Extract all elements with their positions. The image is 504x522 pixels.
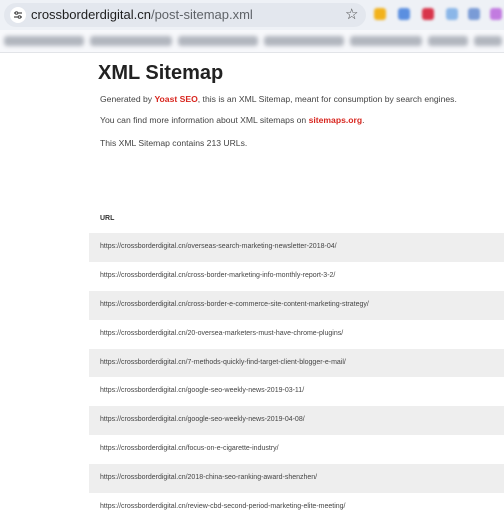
- sitemaps-org-link[interactable]: sitemaps.org: [309, 115, 363, 125]
- table-row: https://crossborderdigital.cn/focus-on-e…: [89, 435, 504, 464]
- bookmark-item[interactable]: [350, 36, 422, 46]
- bookmarks-bar: [0, 30, 504, 53]
- more-info-text: You can find more information about XML …: [100, 115, 365, 126]
- table-row: https://crossborderdigital.cn/20-oversea…: [89, 320, 504, 349]
- extension-icon[interactable]: [422, 8, 434, 20]
- table-row: https://crossborderdigital.cn/cross-bord…: [89, 262, 504, 291]
- url-link[interactable]: https://crossborderdigital.cn/2018-china…: [100, 474, 317, 481]
- extension-icon[interactable]: [398, 8, 410, 20]
- url-host: crossborderdigital.cn: [31, 7, 151, 22]
- url-path: /post-sitemap.xml: [150, 7, 253, 22]
- generated-by-text: Generated by Yoast SEO, this is an XML S…: [100, 94, 457, 105]
- url-link[interactable]: https://crossborderdigital.cn/google-seo…: [100, 416, 305, 423]
- generated-prefix: Generated by: [100, 94, 155, 104]
- table-row: https://crossborderdigital.cn/7-methods-…: [89, 348, 504, 378]
- url-link[interactable]: https://crossborderdigital.cn/cross-bord…: [100, 301, 369, 308]
- bookmark-item[interactable]: [428, 36, 468, 46]
- url-link[interactable]: https://crossborderdigital.cn/overseas-s…: [100, 243, 337, 250]
- url-text[interactable]: crossborderdigital.cn/post-sitemap.xml: [31, 7, 253, 23]
- extension-icon[interactable]: [446, 8, 458, 20]
- table-row: https://crossborderdigital.cn/google-seo…: [89, 377, 504, 406]
- table-row: https://crossborderdigital.cn/overseas-s…: [89, 233, 504, 262]
- table-row: https://crossborderdigital.cn/cross-bord…: [89, 290, 504, 320]
- url-link[interactable]: https://crossborderdigital.cn/review-cbd…: [100, 503, 346, 510]
- sitemap-page: XML Sitemap Generated by Yoast SEO, this…: [89, 52, 504, 510]
- table-row: https://crossborderdigital.cn/review-cbd…: [89, 493, 504, 522]
- url-column-header: URL: [100, 215, 115, 222]
- generated-suffix: , this is an XML Sitemap, meant for cons…: [197, 94, 457, 104]
- bookmark-item[interactable]: [474, 36, 502, 46]
- url-count-text: This XML Sitemap contains 213 URLs.: [100, 138, 248, 148]
- extension-icon[interactable]: [490, 8, 502, 20]
- extension-icon[interactable]: [468, 8, 480, 20]
- bookmark-star-icon[interactable]: ☆: [345, 6, 358, 24]
- bookmark-item[interactable]: [264, 36, 344, 46]
- url-link[interactable]: https://crossborderdigital.cn/focus-on-e…: [100, 445, 279, 452]
- url-link[interactable]: https://crossborderdigital.cn/7-methods-…: [100, 359, 346, 366]
- bookmark-item[interactable]: [90, 36, 172, 46]
- page-title: XML Sitemap: [98, 62, 224, 84]
- more-info-prefix: You can find more information about XML …: [100, 115, 309, 125]
- browser-toolbar: crossborderdigital.cn/post-sitemap.xml ☆: [0, 0, 504, 30]
- table-row: https://crossborderdigital.cn/google-seo…: [89, 406, 504, 436]
- extension-icon[interactable]: [374, 8, 386, 20]
- address-bar[interactable]: crossborderdigital.cn/post-sitemap.xml ☆: [4, 3, 366, 27]
- url-link[interactable]: https://crossborderdigital.cn/google-seo…: [100, 387, 304, 394]
- bookmark-item[interactable]: [4, 36, 84, 46]
- yoast-seo-link[interactable]: Yoast SEO: [154, 94, 197, 104]
- bookmark-item[interactable]: [178, 36, 258, 46]
- url-link[interactable]: https://crossborderdigital.cn/20-oversea…: [100, 330, 343, 337]
- site-info-icon[interactable]: [10, 7, 26, 23]
- url-link[interactable]: https://crossborderdigital.cn/cross-bord…: [100, 272, 335, 279]
- more-info-suffix: .: [362, 115, 365, 125]
